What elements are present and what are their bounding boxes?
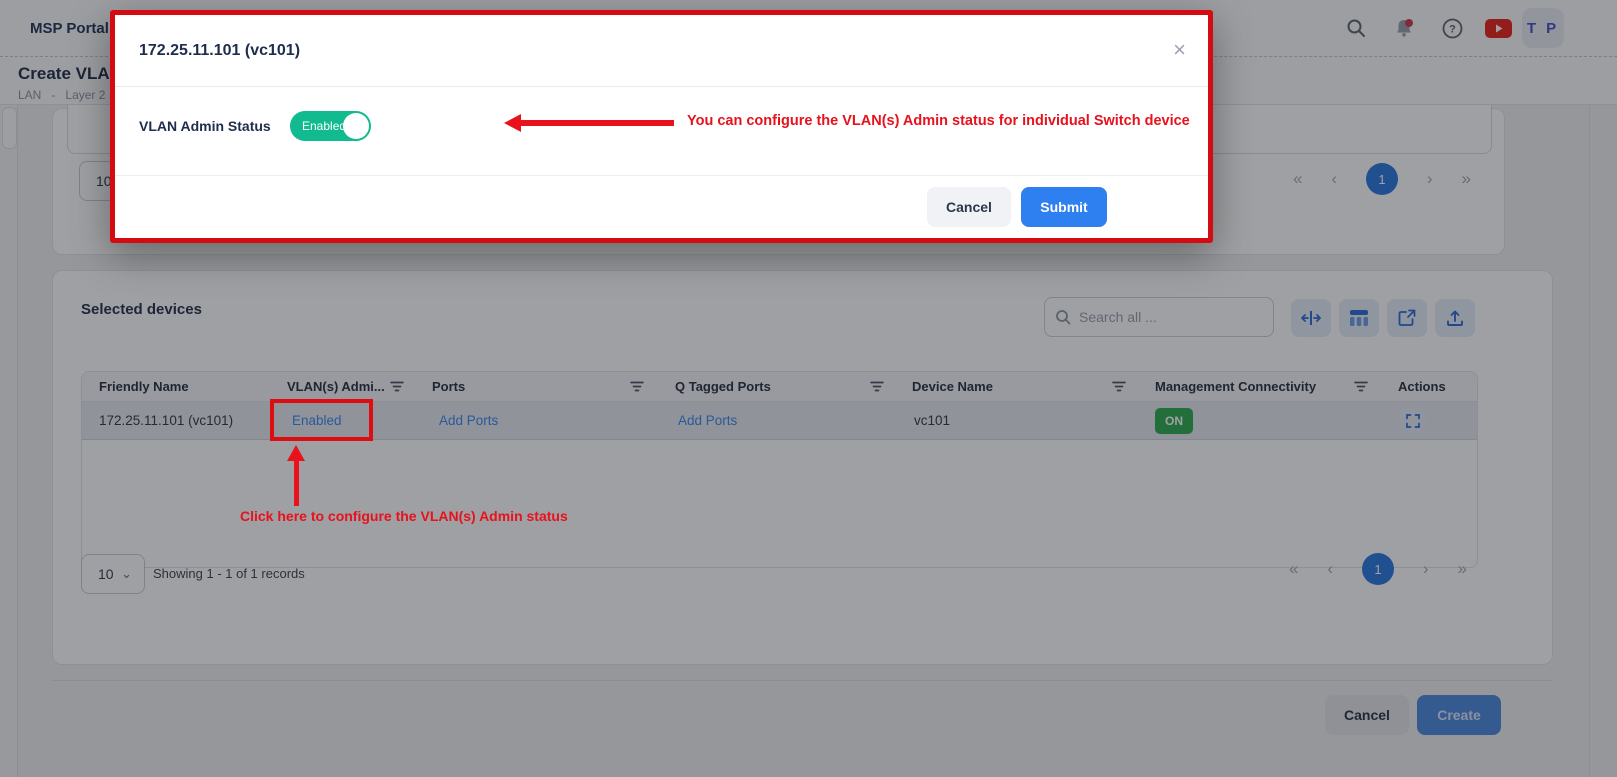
annotation-arrow-up xyxy=(294,460,299,506)
modal-title: 172.25.11.101 (vc101) xyxy=(139,15,300,87)
modal-footer: Cancel Submit xyxy=(115,175,1208,238)
modal-submit-button[interactable]: Submit xyxy=(1021,187,1107,227)
annotation-arrow-left-head xyxy=(504,114,521,132)
vlan-admin-status-modal: 172.25.11.101 (vc101) × VLAN Admin Statu… xyxy=(110,10,1213,243)
vlan-admin-status-label: VLAN Admin Status xyxy=(139,111,271,141)
annotation-text: You can configure the VLAN(s) Admin stat… xyxy=(687,113,1190,129)
app-root: MSP Portal ? T P Create VLAN LAN - Layer… xyxy=(0,0,1617,777)
annotation-arrow-left xyxy=(520,120,674,126)
annotation-arrow-up-head xyxy=(287,445,305,461)
vlan-admin-status-toggle[interactable]: Enabled xyxy=(290,111,371,141)
annotation-text: Click here to configure the VLAN(s) Admi… xyxy=(240,508,568,524)
close-icon[interactable]: × xyxy=(1173,35,1186,65)
annotation-highlight-box xyxy=(270,399,373,441)
toggle-state-label: Enabled xyxy=(302,111,346,141)
modal-cancel-button[interactable]: Cancel xyxy=(927,187,1011,227)
modal-header: 172.25.11.101 (vc101) × xyxy=(115,15,1208,87)
toggle-knob xyxy=(343,113,369,139)
